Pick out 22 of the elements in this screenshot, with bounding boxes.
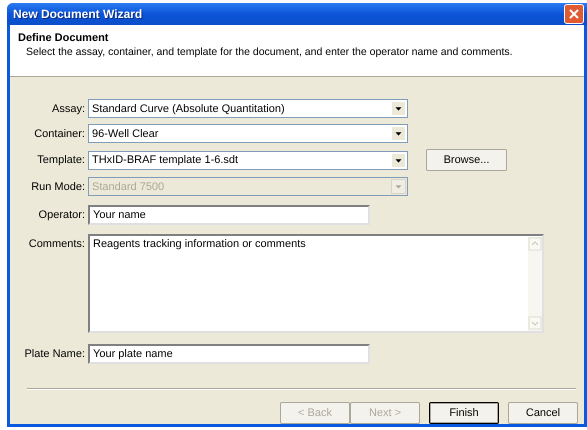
scrollbar-icon: [528, 237, 542, 331]
field-label: Container:: [33, 128, 86, 140]
field-label: Comments:: [28, 237, 86, 250]
text-field[interactable]: Your plate name: [88, 344, 370, 364]
field-label: Plate Name:: [23, 348, 86, 360]
dropdown[interactable]: 96-Well Clear: [88, 124, 408, 143]
close-icon: [569, 9, 579, 19]
page-description: Select the assay, container, and template for the document, and enter the operator name and comments.: [25, 46, 514, 58]
field-label: Assay:: [50, 102, 86, 114]
browse-button[interactable]: Browse...: [426, 149, 507, 171]
wizard-button[interactable]: Finish: [429, 402, 499, 424]
dropdown[interactable]: Standard Curve (Absolute Quantitation): [88, 99, 408, 118]
field-label: Template:: [36, 154, 86, 166]
field-label: Run Mode:: [30, 180, 86, 192]
field-label: Operator:: [38, 209, 86, 221]
page-title: Define Document: [18, 32, 110, 44]
window-title: New Document Wizard: [13, 7, 142, 21]
text-field[interactable]: Your name: [88, 205, 370, 225]
dropdown[interactable]: THxID-BRAF template 1-6.sdt: [88, 150, 408, 170]
text-area[interactable]: Reagents tracking information or comments: [88, 234, 544, 333]
close-button[interactable]: [564, 4, 584, 24]
wizard-button[interactable]: Cancel: [508, 402, 578, 424]
